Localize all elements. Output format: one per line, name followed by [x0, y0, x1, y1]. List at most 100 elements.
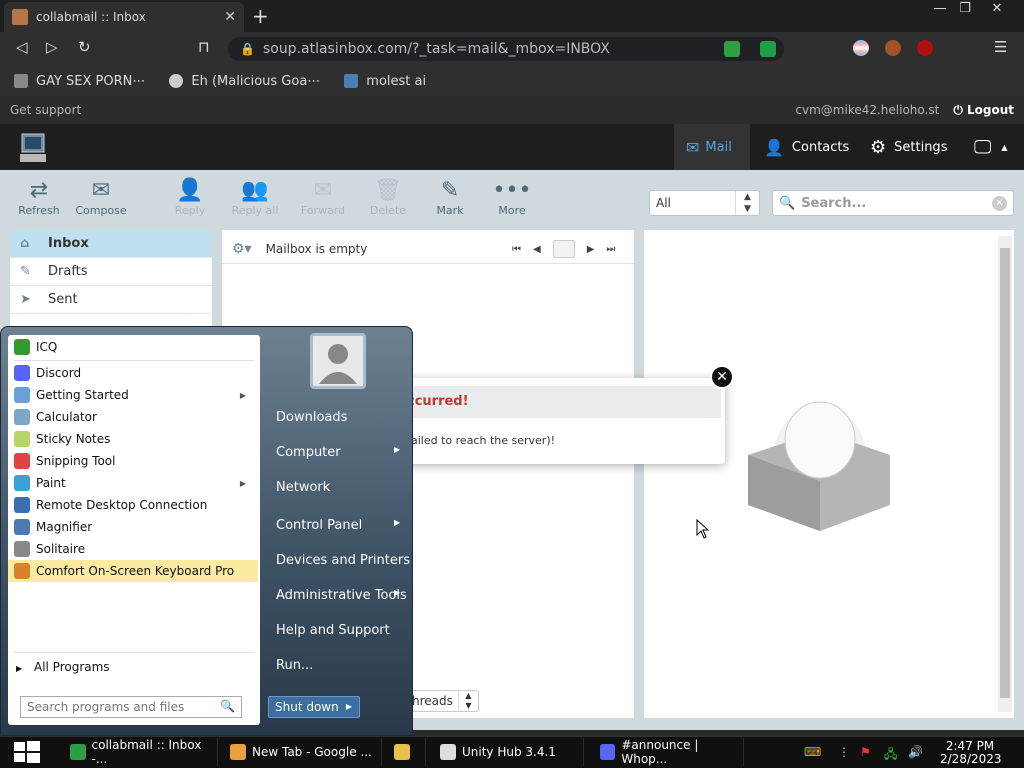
start-button[interactable] [6, 738, 46, 766]
overflow-icon[interactable]: ⋮ [838, 745, 850, 759]
user-avatar[interactable] [310, 333, 366, 389]
reply-all-button[interactable]: 👥 Reply all [225, 178, 285, 217]
taskbar-item-roundcube[interactable]: collabmail :: Inbox -... [62, 738, 218, 766]
get-support-link[interactable]: Get support [10, 103, 81, 117]
network-tray-icon[interactable]: 🖧 [884, 745, 897, 766]
prev-page-icon[interactable]: ◀ [533, 244, 541, 255]
discord-icon [600, 744, 616, 760]
all-programs-button[interactable]: ▶ All Programs [16, 660, 110, 674]
volume-icon[interactable]: 🔊 [908, 745, 923, 759]
display-button[interactable]: 🖵 ▲ [962, 124, 1024, 170]
link-run[interactable]: Run... [276, 658, 313, 673]
search-input[interactable]: 🔍 Search... ✕ [772, 190, 1014, 216]
delete-button[interactable]: 🗑 Delete [358, 178, 418, 217]
clock[interactable]: 2:47 PM 2/28/2023 [940, 740, 1002, 766]
refresh-button[interactable]: ⇄ Refresh [9, 178, 69, 217]
link-administrative-tools[interactable]: Administrative Tools ▶ [276, 588, 407, 603]
shutdown-options-icon[interactable]: ▶ [338, 696, 360, 718]
forward-button[interactable]: ✉ Forward [293, 178, 353, 217]
bookmark-star-icon[interactable]: ⊓ [198, 38, 210, 56]
folder-sent[interactable]: ➤ Sent [10, 286, 212, 314]
folder-inbox[interactable]: ⌂ Inbox [10, 230, 212, 258]
logout-button[interactable]: ⏻ Logout [953, 103, 1014, 118]
address-bar[interactable]: 🔒 soup.atlasinbox.com/?_task=mail&_mbox=… [228, 37, 784, 61]
next-page-icon[interactable]: ▶ [587, 244, 595, 255]
preview-scrollbar[interactable] [998, 236, 1012, 712]
flag-tray-icon[interactable]: ⚑ [860, 745, 871, 759]
shield-icon[interactable] [760, 41, 776, 57]
nav-contacts-label: Contacts [791, 139, 850, 155]
program-label: Comfort On-Screen Keyboard Pro [36, 564, 235, 578]
list-options-icon[interactable]: ⚙▾ [232, 241, 252, 257]
monitor-icon: 🖵 [974, 136, 992, 158]
error-title: ccurred! [395, 386, 721, 418]
compose-label: Compose [75, 204, 127, 217]
reload-icon[interactable]: ↻ [78, 38, 91, 56]
divider [14, 360, 254, 361]
program-discord[interactable]: Discord [8, 362, 258, 384]
program-label: Solitaire [36, 542, 86, 556]
program-snipping-tool[interactable]: Snipping Tool [8, 450, 258, 472]
nav-mail[interactable]: ✉ Mail [674, 124, 750, 170]
program-remote-desktop-connection[interactable]: Remote Desktop Connection [8, 494, 258, 516]
keyboard-tray-icon[interactable]: ⌨ [804, 745, 821, 759]
program-calculator[interactable]: Calculator [8, 406, 258, 428]
compose-button[interactable]: ✉ Compose [71, 178, 131, 217]
profile-flag-icon[interactable] [853, 40, 869, 56]
start-search-input[interactable]: Search programs and files 🔍 [20, 696, 242, 718]
link-help-and-support[interactable]: Help and Support [276, 623, 390, 638]
more-button[interactable]: ••• More [482, 178, 542, 217]
reply-button[interactable]: 👤 Reply [160, 178, 220, 217]
roundcube-icon [70, 744, 86, 760]
link-devices-and-printers[interactable]: Devices and Printers [276, 553, 410, 568]
taskbar-item-chrome[interactable]: New Tab - Google ... [222, 738, 382, 766]
dialog-close-icon[interactable]: ✕ [710, 365, 734, 389]
back-icon[interactable]: ◁ [16, 38, 28, 56]
program-getting-started[interactable]: Getting Started ▶ [8, 384, 258, 406]
program-icq[interactable]: ICQ [8, 336, 258, 358]
scrollbar-thumb[interactable] [1000, 248, 1010, 698]
bookmark-item[interactable]: molest ai [344, 74, 426, 89]
menu-icon[interactable]: ☰ [994, 38, 1007, 56]
program-label: Discord [36, 366, 82, 380]
link-label: Devices and Printers [276, 553, 410, 568]
last-page-icon[interactable]: ⏭ [606, 244, 615, 255]
mark-button[interactable]: ✎ Mark [420, 178, 480, 217]
taskbar-item-folder[interactable] [386, 738, 426, 766]
restore-button[interactable]: ❐ [950, 0, 980, 20]
top-line: Get support cvm@mike42.helioho.st ⏻ Logo… [0, 96, 1024, 124]
close-window-button[interactable]: ✕ [982, 0, 1012, 20]
ublock-icon[interactable] [917, 40, 933, 56]
first-page-icon[interactable]: ⏮ [512, 244, 521, 255]
search-icon: 🔍 [220, 699, 235, 713]
program-sticky-notes[interactable]: Sticky Notes [8, 428, 258, 450]
nav-contacts[interactable]: 👤 Contacts [752, 124, 856, 170]
bookmark-item[interactable]: GAY SEX PORN⋯ [14, 74, 145, 89]
new-tab-button[interactable]: + [252, 4, 269, 28]
extension-icon[interactable] [724, 41, 740, 57]
page-number-input[interactable] [552, 240, 575, 258]
tab-close-icon[interactable]: ✕ [224, 9, 236, 25]
link-network[interactable]: Network [276, 480, 330, 495]
program-paint[interactable]: Paint ▶ [8, 472, 258, 494]
program-solitaire[interactable]: Solitaire [8, 538, 258, 560]
bookmark-item[interactable]: Eh (Malicious Goa⋯ [169, 74, 320, 89]
browser-tab[interactable]: collabmail :: Inbox ✕ [4, 2, 244, 32]
program-comfort-on-screen-keyboard-pro[interactable]: Comfort On-Screen Keyboard Pro [8, 560, 258, 582]
taskbar-item-discord[interactable]: #announce | Whop... [592, 738, 744, 766]
link-computer[interactable]: Computer ▶ [276, 445, 400, 460]
threads-select[interactable]: hreads ▲ ▼ [405, 690, 479, 712]
forward-icon[interactable]: ▷ [46, 38, 58, 56]
nav-settings[interactable]: ⚙ Settings [858, 124, 962, 170]
snipping-tool-icon [14, 453, 30, 469]
clear-search-icon[interactable]: ✕ [992, 196, 1007, 211]
folder-drafts[interactable]: ✎ Drafts [10, 258, 212, 286]
avatar-icon[interactable] [885, 40, 901, 56]
taskbar-item-unity[interactable]: Unity Hub 3.4.1 [432, 738, 584, 766]
mouse-cursor-icon [696, 519, 710, 539]
paint-icon [14, 475, 30, 491]
link-downloads[interactable]: Downloads [276, 410, 347, 425]
link-control-panel[interactable]: Control Panel ▶ [276, 518, 400, 533]
program-magnifier[interactable]: Magnifier [8, 516, 258, 538]
filter-select[interactable]: All ▲ ▼ [649, 190, 760, 216]
